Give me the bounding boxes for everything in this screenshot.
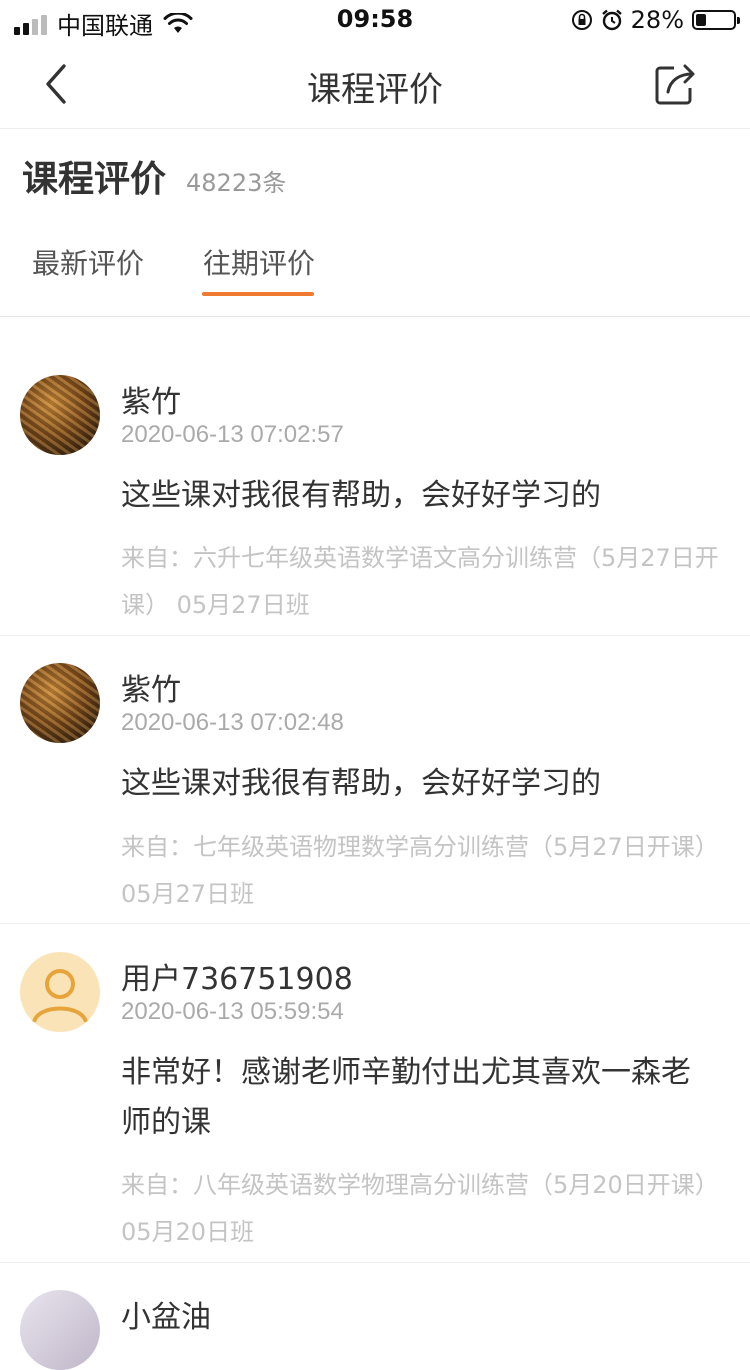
status-right: 28% <box>571 6 740 34</box>
review-text: 这些课对我很有帮助，会好好学习的 <box>121 766 601 801</box>
review-time: 2020-06-13 07:02:48 <box>121 709 344 736</box>
section-header: 课程评价 48223条 <box>22 150 286 202</box>
section-title: 课程评价 <box>22 159 167 200</box>
battery-icon <box>692 10 740 30</box>
review-item: 小盆油 <box>0 1290 750 1370</box>
review-item: 用户736751908 2020-06-13 05:59:54 非常好！感谢老师… <box>0 952 750 1263</box>
user-icon <box>32 969 88 1023</box>
status-bar: 中国联通 09:58 28% <box>0 0 750 40</box>
reviewer-name: 小盆油 <box>121 1300 211 1335</box>
tab-latest-reviews[interactable]: 最新评价 <box>32 242 144 282</box>
review-time: 2020-06-13 07:02:57 <box>121 421 344 448</box>
review-text: 非常好！感谢老师辛勤付出尤其喜欢一森老师的课 <box>121 1055 691 1140</box>
avatar[interactable] <box>20 663 100 743</box>
review-text: 这些课对我很有帮助，会好好学习的 <box>121 478 601 513</box>
active-tab-indicator <box>202 292 314 296</box>
page-title: 课程评价 <box>307 70 443 110</box>
review-item: 紫竹 2020-06-13 07:02:48 这些课对我很有帮助，会好好学习的 … <box>0 663 750 924</box>
battery-percent: 28% <box>630 6 684 34</box>
review-source: 来自：七年级英语物理数学高分训练营（5月27日开课） 05月27日班 <box>121 833 719 908</box>
review-source: 来自：八年级英语数学物理高分训练营（5月20日开课） 05月20日班 <box>121 1171 719 1246</box>
battery-fill <box>696 14 706 26</box>
review-source: 来自：六升七年级英语数学语文高分训练营（5月27日开课） 05月27日班 <box>121 544 719 619</box>
review-time: 2020-06-13 05:59:54 <box>121 998 344 1025</box>
review-tabs: 最新评价 往期评价 <box>0 236 750 317</box>
reviewer-name: 用户736751908 <box>121 962 353 997</box>
avatar[interactable] <box>20 375 100 455</box>
review-item: 紫竹 2020-06-13 07:02:57 这些课对我很有帮助，会好好学习的 … <box>0 375 750 636</box>
avatar[interactable] <box>20 1290 100 1370</box>
review-count: 48223条 <box>186 169 287 197</box>
reviewer-name: 紫竹 <box>121 673 181 708</box>
reviewer-name: 紫竹 <box>121 385 181 420</box>
tab-past-reviews[interactable]: 往期评价 <box>203 242 315 282</box>
orientation-lock-icon <box>571 10 592 30</box>
share-icon[interactable] <box>654 62 698 106</box>
avatar[interactable] <box>20 952 100 1032</box>
nav-bar: 课程评价 <box>0 40 750 129</box>
alarm-icon <box>601 9 622 31</box>
